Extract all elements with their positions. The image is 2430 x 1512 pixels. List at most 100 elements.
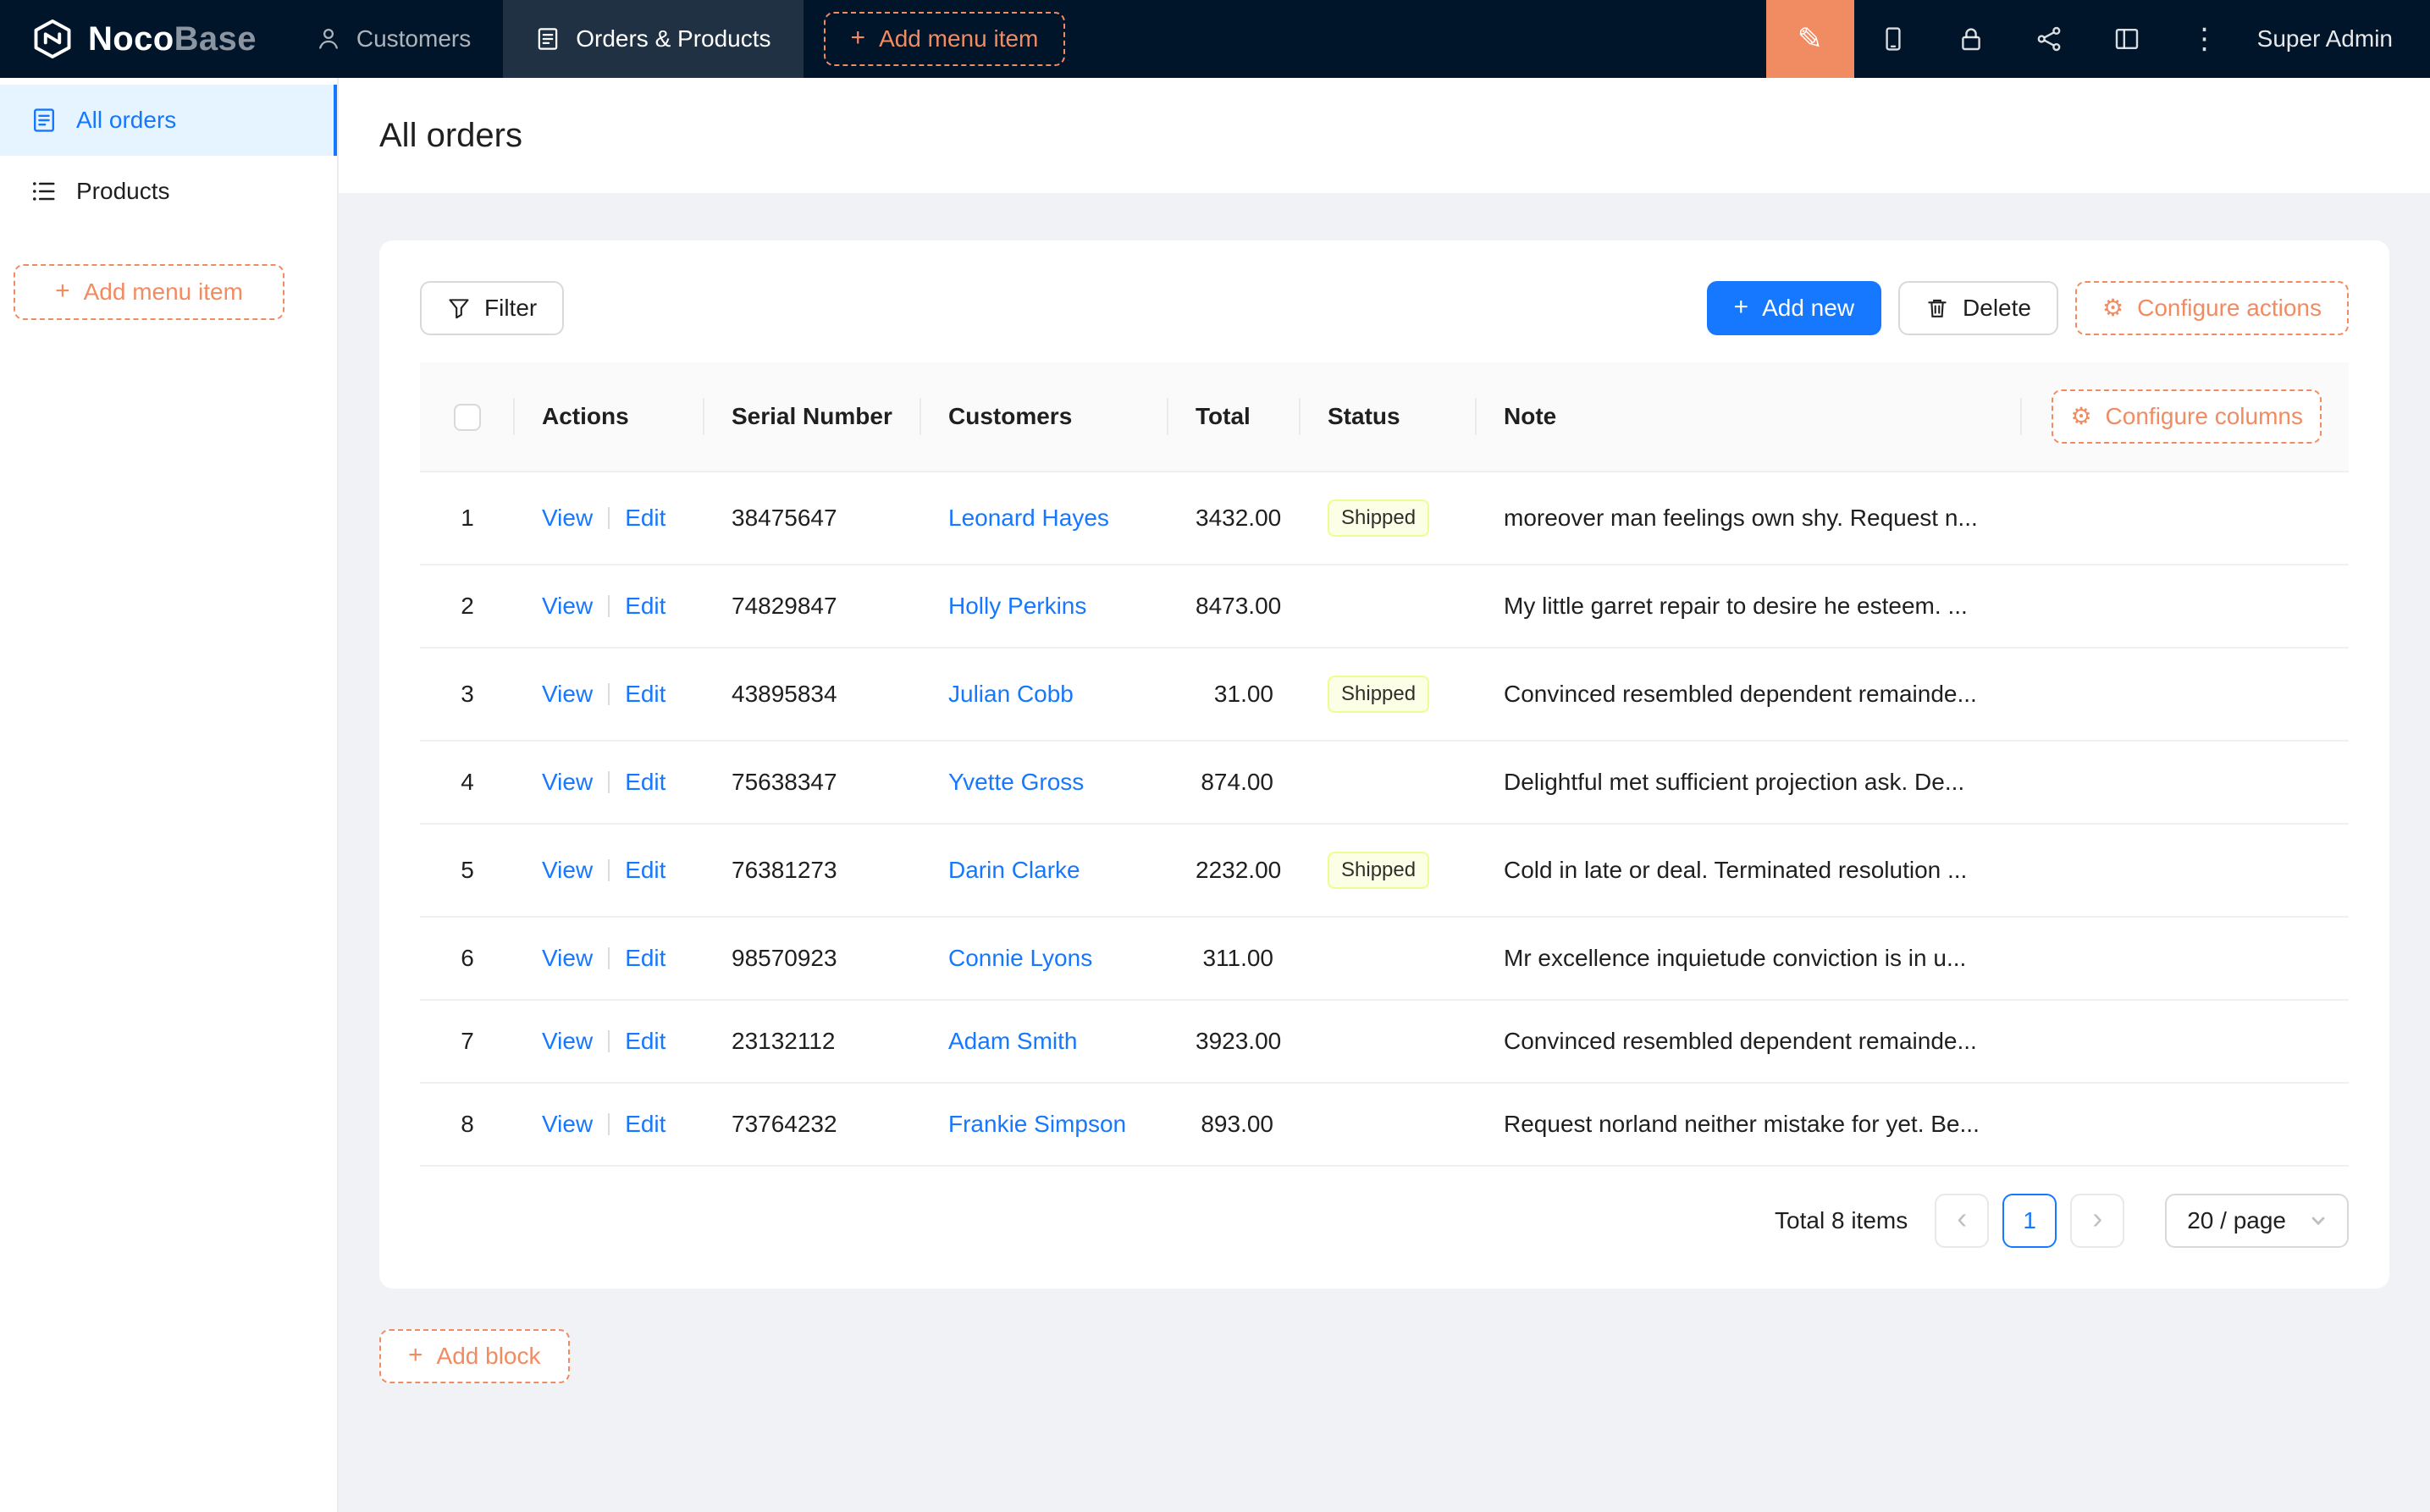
brand-name: NocoBase xyxy=(88,20,257,58)
nav-item-customers[interactable]: Customers xyxy=(284,0,503,78)
configure-columns-button[interactable]: ⚙ Configure columns xyxy=(2052,389,2322,444)
column-header-actions: Actions xyxy=(515,362,704,472)
status-badge: Shipped xyxy=(1328,499,1429,537)
layout-icon xyxy=(2113,25,2140,52)
nav-item-orders-products[interactable]: Orders & Products xyxy=(503,0,803,78)
pagination-page-button[interactable]: 1 xyxy=(2002,1194,2057,1248)
plus-icon: + xyxy=(408,1343,423,1368)
view-link[interactable]: View xyxy=(542,505,593,531)
note-cell: Convinced resembled dependent remainde..… xyxy=(1477,648,2022,741)
logo[interactable]: NocoBase xyxy=(0,0,284,78)
view-link[interactable]: View xyxy=(542,681,593,707)
add-menu-item-button-header[interactable]: + Add menu item xyxy=(824,12,1066,66)
table-header-row: Actions Serial Number Customers Total St… xyxy=(420,362,2349,472)
view-link[interactable]: View xyxy=(542,945,593,971)
note-cell: My little garret repair to desire he est… xyxy=(1477,565,2022,648)
filler-cell xyxy=(2022,565,2349,648)
customer-link[interactable]: Darin Clarke xyxy=(948,857,1080,883)
table-row: 5 ViewEdit 76381273 Darin Clarke 2232.00… xyxy=(420,824,2349,917)
table-row: 2 View Edit 74829847 Holly Perkins 8473.0… xyxy=(420,565,2349,648)
layout-template-button[interactable] xyxy=(2088,0,2166,78)
row-index[interactable]: 2 xyxy=(420,565,515,648)
table-row: 7 ViewEdit 23132112 Adam Smith 3923.00 C… xyxy=(420,1000,2349,1083)
edit-link[interactable]: Edit xyxy=(625,945,665,971)
sidebar-item-label: Products xyxy=(76,178,170,205)
row-index[interactable]: 1 xyxy=(420,472,515,565)
sidebar-item-all-orders[interactable]: All orders xyxy=(0,85,337,156)
serial-cell: 23132112 xyxy=(704,1000,921,1083)
edit-link[interactable]: Edit xyxy=(625,1028,665,1054)
edit-link[interactable]: Edit xyxy=(625,505,665,531)
column-header-serial-number: Serial Number xyxy=(704,362,921,472)
customer-link[interactable]: Julian Cobb xyxy=(948,681,1074,707)
select-all-checkbox[interactable] xyxy=(454,404,481,431)
api-button[interactable] xyxy=(2010,0,2088,78)
configure-actions-button[interactable]: ⚙ Configure actions xyxy=(2075,281,2349,335)
total-cell: 8473.00 xyxy=(1168,565,1301,648)
view-link[interactable]: View xyxy=(542,1111,593,1137)
add-new-button[interactable]: + Add new xyxy=(1707,281,1882,335)
nav-item-label: Customers xyxy=(356,25,471,52)
edit-link[interactable]: Edit xyxy=(625,769,665,795)
serial-cell: 75638347 xyxy=(704,741,921,824)
total-cell: 3432.00 xyxy=(1168,472,1301,565)
user-menu[interactable]: Super Admin xyxy=(2244,0,2430,78)
filler-cell xyxy=(2022,824,2349,917)
lock-button[interactable] xyxy=(1932,0,2010,78)
row-index[interactable]: 8 xyxy=(420,1083,515,1166)
view-link[interactable]: View xyxy=(542,769,593,795)
filler-cell xyxy=(2022,1083,2349,1166)
add-block-button[interactable]: + Add block xyxy=(379,1329,570,1383)
pagination-next-button[interactable]: › xyxy=(2070,1194,2124,1248)
edit-link[interactable]: Edit xyxy=(625,857,665,883)
total-cell: 893.00 xyxy=(1168,1083,1301,1166)
serial-cell: 74829847 xyxy=(704,565,921,648)
view-link[interactable]: View xyxy=(542,1028,593,1054)
table-row: 1 ViewEdit 38475647 Leonard Hayes 3432.0… xyxy=(420,472,2349,565)
customer-link[interactable]: Yvette Gross xyxy=(948,769,1084,795)
settings-icon: ⚙ xyxy=(2070,405,2091,428)
row-index[interactable]: 3 xyxy=(420,648,515,741)
view-link[interactable]: View xyxy=(542,857,593,883)
edit-link[interactable]: Edit xyxy=(625,593,665,619)
more-actions-button[interactable]: ⋮ xyxy=(2166,0,2244,78)
view-link[interactable]: View xyxy=(542,593,593,619)
table-row: 8 ViewEdit 73764232 Frankie Simpson 893.… xyxy=(420,1083,2349,1166)
sidebar-item-products[interactable]: Products xyxy=(0,156,337,227)
mobile-preview-button[interactable] xyxy=(1854,0,1932,78)
serial-cell: 76381273 xyxy=(704,824,921,917)
customer-link[interactable]: Adam Smith xyxy=(948,1028,1078,1054)
serial-cell: 43895834 xyxy=(704,648,921,741)
delete-button[interactable]: Delete xyxy=(1898,281,2058,335)
customer-link[interactable]: Leonard Hayes xyxy=(948,505,1109,531)
note-cell: Cold in late or deal. Terminated resolut… xyxy=(1477,824,2022,917)
note-cell: Mr excellence inquietude conviction is i… xyxy=(1477,917,2022,1000)
table-toolbar: Filter + Add new xyxy=(420,281,2349,335)
edit-link[interactable]: Edit xyxy=(625,681,665,707)
table-row: 3 ViewEdit 43895834 Julian Cobb 31.00 Sh… xyxy=(420,648,2349,741)
ui-editor-button[interactable]: ✎ xyxy=(1766,0,1854,78)
filler-cell xyxy=(2022,472,2349,565)
edit-link[interactable]: Edit xyxy=(625,1111,665,1137)
row-index[interactable]: 7 xyxy=(420,1000,515,1083)
serial-cell: 98570923 xyxy=(704,917,921,1000)
plus-icon: + xyxy=(1734,295,1749,320)
row-index[interactable]: 6 xyxy=(420,917,515,1000)
sidebar-item-label: All orders xyxy=(76,107,176,134)
row-index[interactable]: 4 xyxy=(420,741,515,824)
add-menu-item-button-sidebar[interactable]: + Add menu item xyxy=(14,264,284,320)
total-cell: 874.00 xyxy=(1168,741,1301,824)
nav-item-label: Orders & Products xyxy=(576,25,770,52)
table-row: 6 ViewEdit 98570923 Connie Lyons 311.00 … xyxy=(420,917,2349,1000)
customers-icon xyxy=(316,26,341,52)
header-tools: ✎ xyxy=(1766,0,2244,78)
pagination-prev-button[interactable]: ‹ xyxy=(1935,1194,1989,1248)
customer-link[interactable]: Frankie Simpson xyxy=(948,1111,1126,1137)
page-size-select[interactable]: 20 / page xyxy=(2165,1194,2349,1248)
filter-button[interactable]: Filter xyxy=(420,281,564,335)
page-header: All orders xyxy=(339,78,2430,193)
customer-link[interactable]: Connie Lyons xyxy=(948,945,1092,971)
mobile-icon xyxy=(1880,25,1907,52)
row-index[interactable]: 5 xyxy=(420,824,515,917)
customer-link[interactable]: Holly Perkins xyxy=(948,593,1086,619)
